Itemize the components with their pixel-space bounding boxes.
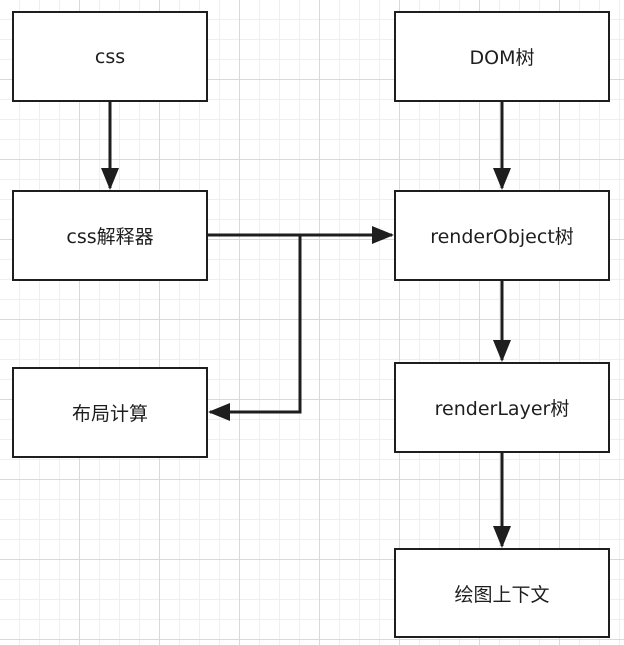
node-render-object-tree: renderObject树	[394, 190, 610, 281]
diagram-canvas: css css解释器 布局计算 DOM树 renderObject树 rende…	[0, 0, 624, 645]
node-render-object-tree-label: renderObject树	[430, 226, 574, 248]
node-dom-tree: DOM树	[394, 11, 610, 102]
node-layout-calculation: 布局计算	[12, 367, 208, 458]
node-render-layer-tree-label: renderLayer树	[434, 398, 570, 420]
node-render-layer-tree: renderLayer树	[394, 362, 610, 453]
node-css: css	[12, 11, 208, 102]
node-css-parser-label: css解释器	[66, 226, 154, 248]
node-layout-calculation-label: 布局计算	[71, 403, 148, 425]
node-drawing-context-label: 绘图上下文	[454, 583, 550, 606]
node-drawing-context: 绘图上下文	[394, 548, 610, 638]
node-css-label: css	[94, 45, 126, 68]
node-css-parser: css解释器	[12, 190, 208, 281]
node-dom-tree-label: DOM树	[469, 47, 535, 69]
edge-css-parser-to-layout	[208, 235, 302, 421]
